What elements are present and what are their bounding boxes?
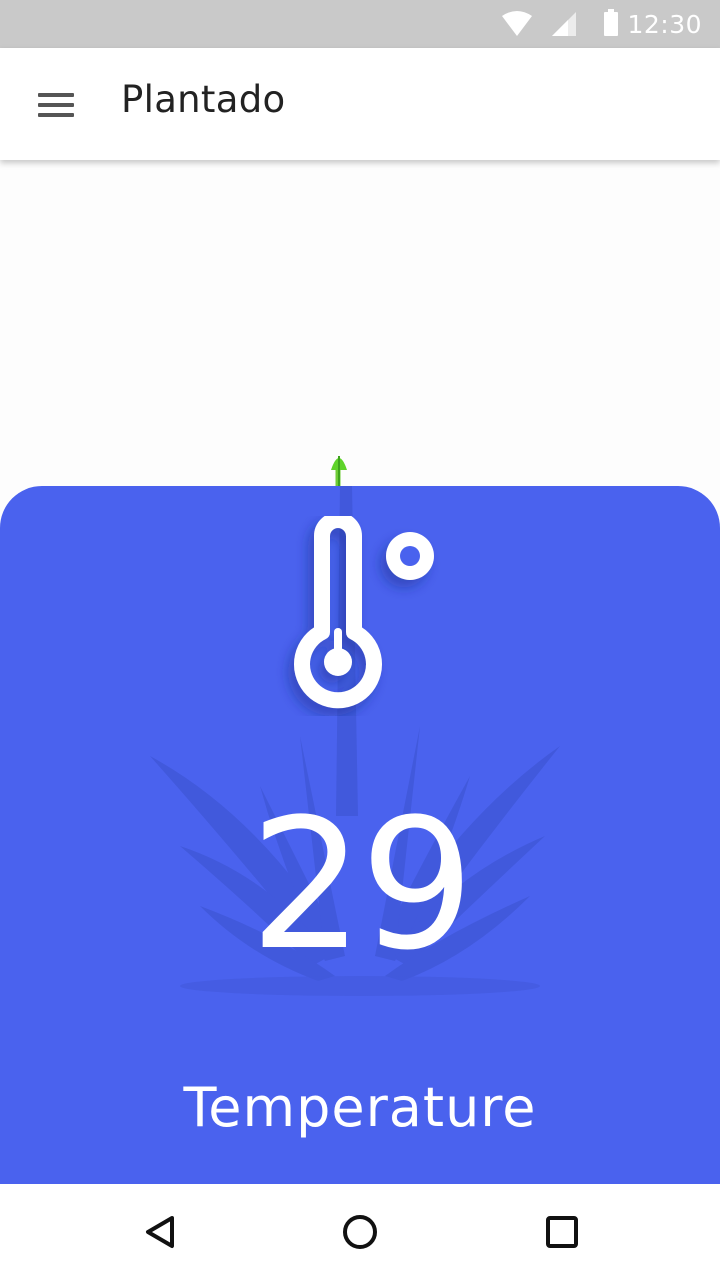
thermometer-degree-icon — [294, 516, 434, 709]
back-icon[interactable] — [132, 1204, 188, 1260]
app-screen: 12:30 Plantado 29 Temperature — [0, 0, 720, 1280]
battery-icon — [604, 9, 618, 36]
wifi-icon — [502, 11, 532, 36]
sprout-icon — [331, 456, 347, 493]
recents-icon[interactable] — [534, 1204, 590, 1260]
app-bar: Plantado — [0, 48, 720, 160]
temperature-value: 29 — [249, 781, 474, 990]
temperature-card[interactable]: 29 Temperature — [0, 486, 720, 1184]
status-time: 12:30 — [627, 10, 702, 39]
system-nav-bar — [0, 1184, 720, 1280]
cell-signal-icon — [552, 12, 576, 36]
app-title: Plantado — [121, 78, 286, 121]
home-icon[interactable] — [332, 1204, 388, 1260]
hamburger-menu-icon[interactable] — [22, 70, 90, 138]
temperature-label: Temperature — [183, 1076, 537, 1139]
status-bar: 12:30 — [0, 0, 720, 48]
